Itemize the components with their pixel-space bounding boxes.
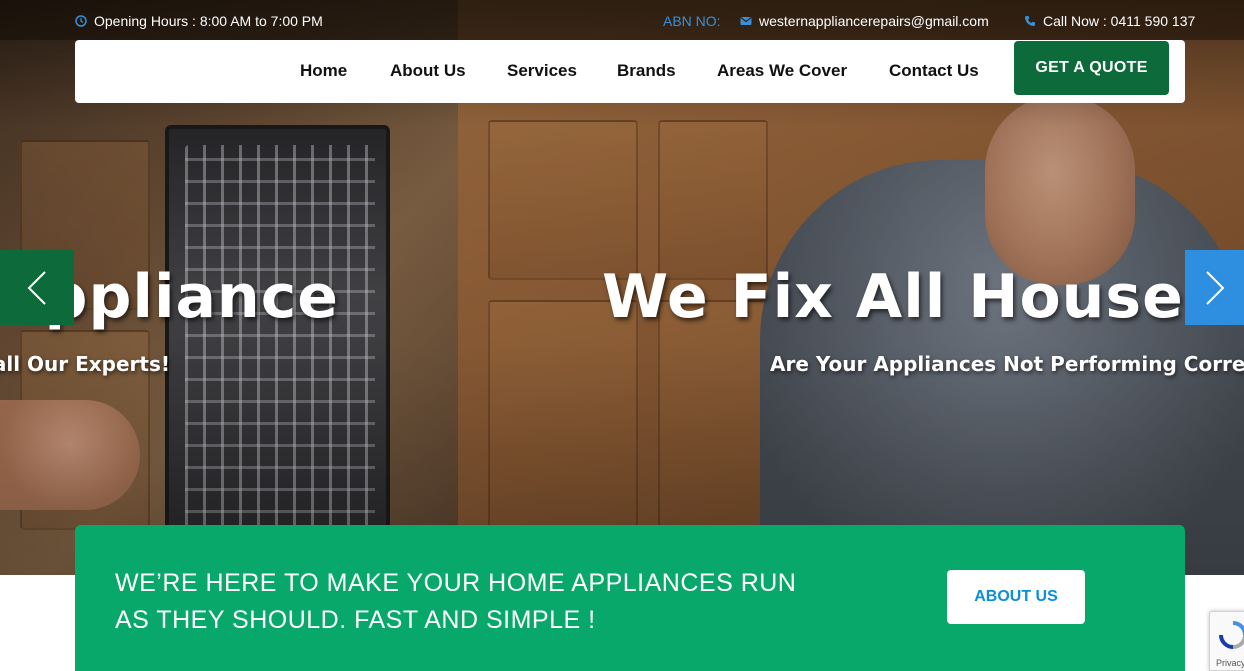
clock-icon: [75, 15, 87, 27]
nav-areas-we-cover[interactable]: Areas We Cover: [717, 61, 847, 81]
recaptcha-privacy-link[interactable]: Privacy: [1216, 658, 1244, 668]
slider-prev-button[interactable]: [0, 250, 74, 325]
slide-subheading: Are Your Appliances Not Performing Corre…: [770, 352, 1244, 376]
phone-text[interactable]: Call Now : 0411 590 137: [1043, 13, 1195, 29]
chevron-left-icon: [27, 270, 46, 305]
get-a-quote-button[interactable]: GET A QUOTE: [1014, 41, 1169, 95]
email-text[interactable]: westernappliancerepairs@gmail.com: [759, 13, 989, 29]
slider-next-button[interactable]: [1185, 250, 1244, 325]
opening-hours: Opening Hours : 8:00 AM to 7:00 PM: [75, 12, 323, 30]
about-us-button[interactable]: ABOUT US: [947, 570, 1085, 624]
nav-brands[interactable]: Brands: [617, 61, 676, 81]
phone-icon: [1025, 16, 1035, 26]
banner-line-2: AS THEY SHOULD. FAST AND SIMPLE !: [115, 606, 596, 634]
cta-banner: WE’RE HERE TO MAKE YOUR HOME APPLIANCES …: [75, 525, 1185, 671]
slide-heading: We Fix All Househo: [602, 262, 1244, 332]
top-info-bar: Opening Hours : 8:00 AM to 7:00 PM ABN N…: [0, 0, 1244, 40]
previous-slide-heading: ppliance: [44, 262, 339, 332]
opening-hours-text: Opening Hours : 8:00 AM to 7:00 PM: [94, 13, 323, 29]
banner-text: WE’RE HERE TO MAKE YOUR HOME APPLIANCES …: [115, 565, 835, 639]
envelope-icon: [740, 17, 752, 25]
nav-about-us[interactable]: About Us: [390, 61, 466, 81]
page: ppliance Call Our Experts! We Fix All Ho…: [0, 0, 1244, 671]
nav-services[interactable]: Services: [507, 61, 577, 81]
phone-link[interactable]: Call Now : 0411 590 137: [1024, 12, 1195, 30]
chevron-right-icon: [1205, 270, 1224, 305]
previous-slide-subheading: Call Our Experts!: [0, 352, 170, 376]
nav-contact-us[interactable]: Contact Us: [889, 61, 979, 81]
recaptcha-badge[interactable]: Privacy: [1209, 611, 1244, 671]
recaptcha-icon: [1219, 621, 1244, 649]
banner-line-1: WE’RE HERE TO MAKE YOUR HOME APPLIANCES …: [115, 569, 797, 597]
email-link[interactable]: westernappliancerepairs@gmail.com: [740, 12, 989, 30]
main-navigation: Home About Us Services Brands Areas We C…: [75, 40, 1185, 103]
nav-home[interactable]: Home: [300, 61, 347, 81]
abn-label: ABN NO:: [663, 13, 721, 29]
